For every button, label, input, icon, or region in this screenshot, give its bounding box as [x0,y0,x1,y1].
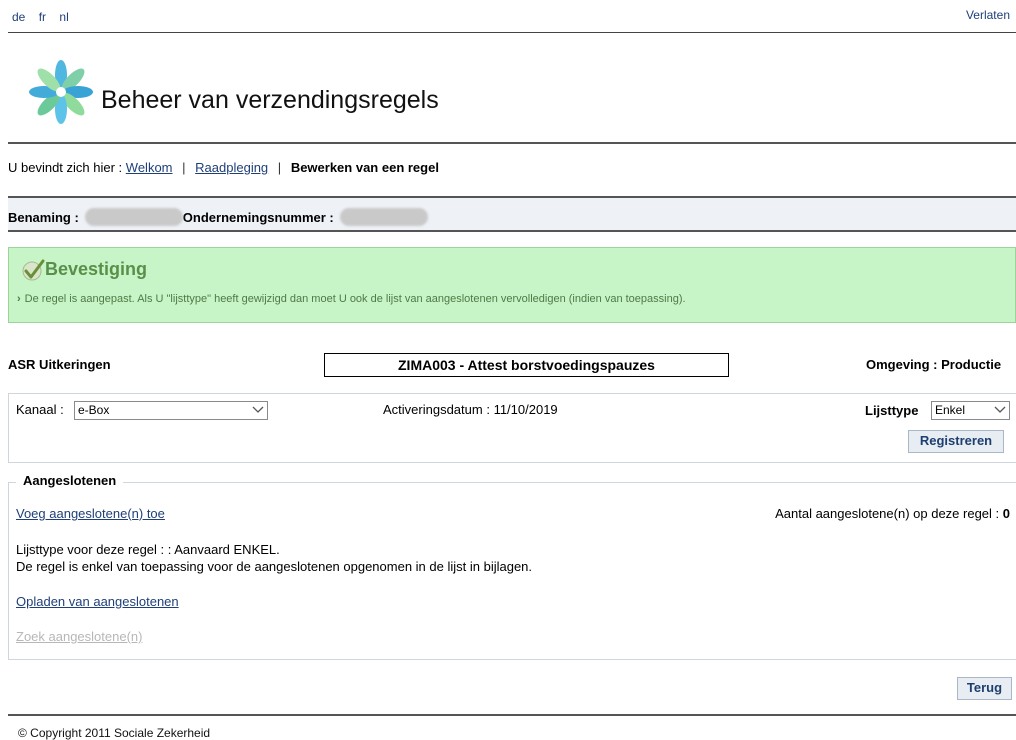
chevron-down-icon [994,406,1006,413]
activation-label: Activeringsdatum : [383,402,490,417]
header-divider [8,142,1016,144]
list-type-select[interactable]: Enkel [931,401,1010,420]
list-type-label: Lijsttype [865,403,919,418]
confirmation-message: › De regel is aangepast. Als U "lijsttype… [17,293,686,305]
company-number-label: Ondernemingsnummer : [182,209,334,225]
channel-select-value: e-Box [78,403,110,417]
add-affiliates-link[interactable]: Voeg aangeslotene(n) toe [16,506,165,521]
chevron-down-icon [252,406,264,413]
rule-note-line: De regel is enkel van toepassing voor de… [16,559,533,574]
activation-value: 11/10/2019 [493,402,558,417]
breadcrumb-separator: | [277,160,282,175]
checkmark-icon [22,259,45,281]
name-label: Benaming : [8,209,79,225]
breadcrumb-current: Bewerken van een regel [290,160,439,175]
language-de-link[interactable]: de [12,10,25,24]
breadcrumb-prefix: U bevindt zich hier : [8,160,123,175]
breadcrumb-welcome-link[interactable]: Welkom [126,160,173,175]
leave-link[interactable]: Verlaten [966,8,1010,22]
environment-label: Omgeving : Productie [866,357,1002,372]
redacted-company-number [339,208,428,226]
breadcrumb: U bevindt zich hier : Welkom | Raadplegi… [8,160,439,175]
channel-select[interactable]: e-Box [74,401,268,420]
register-button[interactable]: Registreren [908,430,1004,453]
identity-bar: Benaming : Ondernemingsnummer : [8,196,1016,232]
list-type-note-line: Lijsttype voor deze regel : : Aanvaard E… [16,542,280,557]
confirmation-title: Bevestiging [45,259,148,279]
breadcrumb-consult-link[interactable]: Raadpleging [195,160,268,175]
list-type-note: Lijsttype voor deze regel : : Aanvaard E… [16,541,532,575]
language-switcher: de fr nl [12,10,79,24]
language-fr-link[interactable]: fr [39,10,46,24]
service-name: ASR Uitkeringen [8,357,111,372]
affiliate-count-label: Aantal aangeslotene(n) op deze regel : [775,506,1000,521]
rule-title-box: ZIMA003 - Attest borstvoedingspauzes [324,353,729,377]
social-security-logo-icon [29,60,93,124]
affiliates-legend: Aangeslotenen [16,473,124,488]
redacted-name [84,208,183,226]
app-title: Beheer van verzendingsregels [101,86,439,114]
copyright: © Copyright 2011 Sociale Zekerheid [18,726,211,740]
activation-date: Activeringsdatum : 11/10/2019 [383,402,558,417]
back-button[interactable]: Terug [957,677,1012,700]
bullet-icon: › [17,293,21,305]
language-nl-link[interactable]: nl [59,10,68,24]
search-affiliates-link: Zoek aangeslotene(n) [16,629,143,644]
top-divider [8,32,1016,33]
list-type-select-value: Enkel [935,403,966,417]
confirmation-text: De regel is aangepast. Als U "lijsttype"… [24,293,686,305]
breadcrumb-separator: | [182,160,186,175]
affiliate-count: Aantal aangeslotene(n) op deze regel : 0 [775,506,1010,521]
confirmation-panel: Bevestiging › De regel is aangepast. Als … [8,247,1016,323]
affiliate-count-value: 0 [1002,506,1010,521]
channel-label: Kanaal : [16,402,64,417]
footer-divider [8,714,1016,716]
upload-affiliates-link[interactable]: Opladen van aangeslotenen [16,594,179,609]
